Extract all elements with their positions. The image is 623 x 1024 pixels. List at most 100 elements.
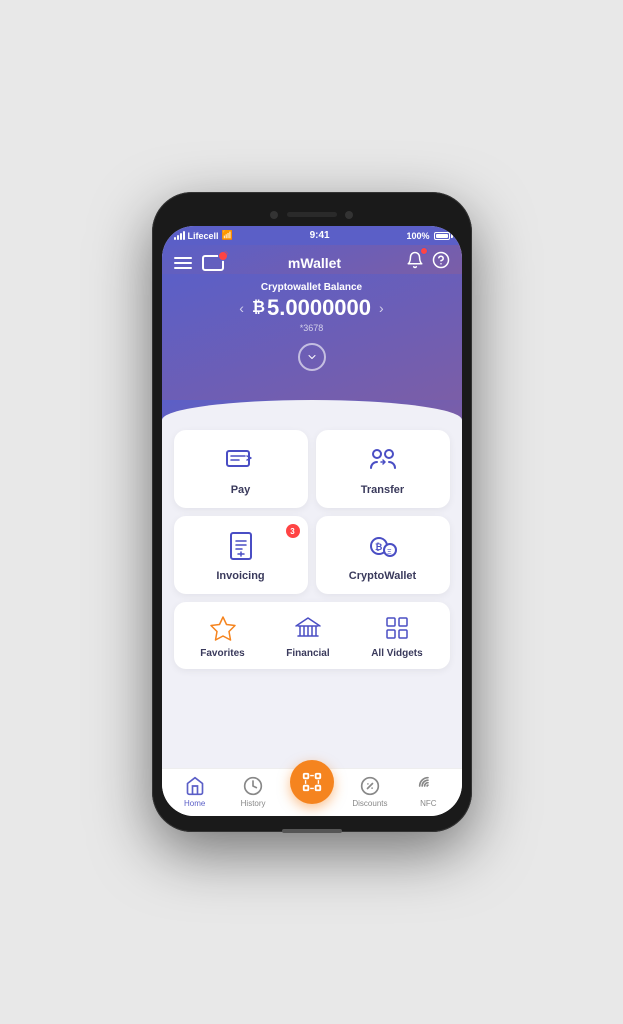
all-vidgets-label: All Vidgets — [371, 648, 423, 659]
battery-body — [434, 232, 450, 240]
transfer-svg — [365, 442, 401, 478]
invoicing-svg — [223, 528, 259, 564]
notifications-button[interactable] — [406, 251, 424, 274]
header-right — [406, 251, 450, 274]
nav-history[interactable]: History — [224, 775, 282, 808]
discounts-icon — [359, 775, 381, 797]
cryptowallet-icon: ₿ Ξ — [365, 528, 401, 564]
house-icon — [185, 776, 205, 796]
expand-button[interactable] — [298, 343, 326, 371]
bar4 — [183, 231, 185, 240]
svg-text:Ξ: Ξ — [387, 549, 392, 556]
currency-symbol: ₿ — [252, 299, 265, 317]
favorites-label: Favorites — [200, 648, 244, 659]
history-nav-label: History — [241, 799, 266, 808]
scan-fab[interactable] — [290, 760, 334, 804]
battery-percent: 100% — [406, 231, 429, 241]
invoicing-card[interactable]: 3 Invoicing — [174, 516, 308, 594]
all-vidgets-icon — [381, 612, 413, 644]
status-right: 100% — [406, 231, 449, 241]
app-title: mWallet — [288, 255, 341, 271]
transfer-icon — [365, 442, 401, 478]
home-nav-label: Home — [184, 799, 205, 808]
invoicing-label: Invoicing — [216, 570, 264, 582]
account-number: *3678 — [182, 323, 442, 333]
transfer-card[interactable]: Transfer — [316, 430, 450, 508]
signal-bars — [174, 231, 185, 240]
camera2 — [345, 211, 353, 219]
balance-label: Cryptowallet Balance — [182, 282, 442, 293]
nfc-icon — [417, 775, 439, 797]
prev-wallet-button[interactable]: ‹ — [239, 300, 244, 316]
nfc-nav-label: NFC — [420, 799, 436, 808]
phone-screen: Lifecell 📶 9:41 100% — [162, 226, 462, 816]
action-grid: Pay Transfer — [174, 430, 450, 594]
transfer-label: Transfer — [361, 484, 404, 496]
speaker — [287, 212, 337, 217]
cryptowallet-label: CryptoWallet — [349, 570, 416, 582]
main-content: Pay Transfer — [162, 420, 462, 768]
invoicing-icon — [223, 528, 259, 564]
card-icon[interactable]: 1 — [202, 255, 224, 271]
phone-frame: Lifecell 📶 9:41 100% — [152, 192, 472, 832]
cryptowallet-card[interactable]: ₿ Ξ CryptoWallet — [316, 516, 450, 594]
wifi-icon: 📶 — [222, 230, 233, 241]
history-icon — [242, 775, 264, 797]
pay-icon — [223, 442, 259, 478]
help-icon — [432, 251, 450, 269]
battery-fill — [436, 234, 448, 238]
pay-svg — [223, 442, 259, 478]
discounts-nav-label: Discounts — [352, 799, 387, 808]
menu-line3 — [174, 267, 192, 269]
balance-value: 5.0000000 — [267, 295, 371, 321]
wave-divider — [162, 400, 462, 420]
balance-row: ‹ ₿ 5.0000000 › — [182, 295, 442, 321]
next-wallet-button[interactable]: › — [379, 300, 384, 316]
home-icon — [184, 775, 206, 797]
status-bar: Lifecell 📶 9:41 100% — [162, 226, 462, 245]
menu-line1 — [174, 257, 192, 259]
financial-widget[interactable]: Financial — [286, 612, 329, 659]
favorites-icon — [207, 612, 239, 644]
clock-icon — [243, 776, 263, 796]
status-time: 9:41 — [310, 230, 330, 241]
nav-scan[interactable] — [282, 760, 340, 804]
financial-icon — [292, 612, 324, 644]
nav-nfc[interactable]: NFC — [399, 775, 457, 808]
card-badge: 1 — [220, 251, 228, 259]
help-button[interactable] — [432, 251, 450, 274]
nav-home[interactable]: Home — [166, 775, 224, 808]
scan-icon — [301, 771, 323, 793]
favorites-widget[interactable]: Favorites — [200, 612, 244, 659]
bottom-nav: Home History — [162, 768, 462, 816]
svg-text:₿: ₿ — [375, 542, 382, 552]
bar3 — [180, 233, 182, 240]
bar1 — [174, 237, 176, 240]
app-header: 1 mWallet — [162, 245, 462, 274]
menu-line2 — [174, 262, 192, 264]
battery-icon — [434, 232, 450, 240]
carrier-name: Lifecell — [188, 231, 219, 241]
grid-icon — [383, 614, 411, 642]
chevron-down-icon — [306, 351, 318, 363]
header-left: 1 — [174, 255, 224, 271]
nav-discounts[interactable]: Discounts — [341, 775, 399, 808]
nfc-svg — [418, 776, 438, 796]
camera — [270, 211, 278, 219]
pay-card[interactable]: Pay — [174, 430, 308, 508]
pay-label: Pay — [231, 484, 251, 496]
financial-label: Financial — [286, 648, 329, 659]
bank-icon — [294, 614, 322, 642]
widgets-row: Favorites Financial — [174, 602, 450, 669]
home-button-area — [162, 816, 462, 842]
bell-badge — [420, 247, 428, 255]
home-indicator — [282, 829, 342, 833]
status-left: Lifecell 📶 — [174, 230, 233, 241]
balance-display: ₿ 5.0000000 — [252, 295, 371, 321]
star-icon — [209, 614, 237, 642]
all-vidgets-widget[interactable]: All Vidgets — [371, 612, 423, 659]
cryptowallet-svg: ₿ Ξ — [365, 528, 401, 564]
hamburger-menu[interactable] — [174, 257, 192, 269]
percent-icon — [360, 776, 380, 796]
hero-section: Cryptowallet Balance ‹ ₿ 5.0000000 › *36… — [162, 274, 462, 401]
